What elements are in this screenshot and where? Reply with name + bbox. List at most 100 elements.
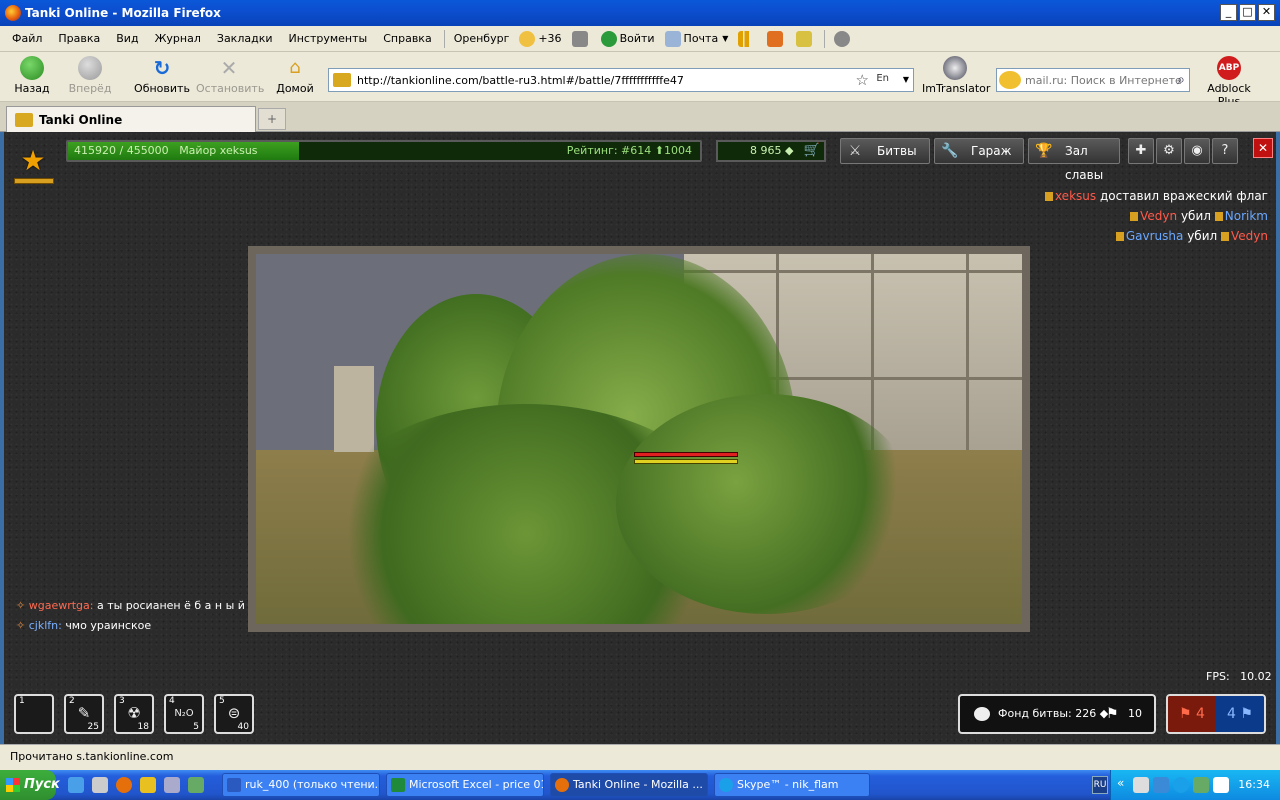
chat-nick[interactable]: cjklfn: bbox=[29, 619, 62, 632]
crystal-counter[interactable]: 8 965 ◆ 🛒 bbox=[716, 140, 826, 162]
mail-button[interactable]: Почта ▼ bbox=[660, 30, 734, 47]
quicklaunch-app-icon[interactable] bbox=[140, 777, 156, 793]
slot-count: 5 bbox=[193, 722, 199, 732]
menu-tools[interactable]: Инструменты bbox=[281, 32, 376, 45]
status-text: Прочитано s.tankionline.com bbox=[10, 750, 174, 763]
news-button[interactable] bbox=[567, 30, 596, 47]
menu-history[interactable]: Журнал bbox=[147, 32, 209, 45]
menu-separator bbox=[443, 29, 445, 48]
home-button[interactable]: ⌂ Домой bbox=[276, 56, 314, 95]
back-button[interactable]: Назад bbox=[14, 56, 50, 95]
quicklaunch-explorer-icon[interactable] bbox=[92, 777, 108, 793]
menu-help[interactable]: Справка bbox=[375, 32, 439, 45]
battles-button[interactable]: ⚔ Битвы bbox=[840, 138, 930, 164]
crystal-icon: ◆ bbox=[785, 144, 794, 157]
favorites-button[interactable] bbox=[791, 30, 820, 47]
minimize-button[interactable]: _ bbox=[1220, 4, 1237, 21]
url-text[interactable]: http://tankionline.com/battle-ru3.html#/… bbox=[357, 74, 684, 87]
imtranslator-button[interactable]: ImTranslator bbox=[922, 56, 990, 95]
menu-view[interactable]: Вид bbox=[108, 32, 146, 45]
chat-log: ✧ wgaewrtga: а ты росианен ё б а н ы й ✧… bbox=[16, 596, 245, 636]
word-icon bbox=[227, 778, 241, 792]
stop-label: Остановить bbox=[196, 82, 265, 95]
supply-slot-1[interactable]: 1 bbox=[14, 694, 54, 734]
language-indicator[interactable]: RU bbox=[1092, 776, 1108, 794]
bookmark-star-icon[interactable]: ☆ bbox=[856, 71, 869, 89]
login-button[interactable]: Войти bbox=[596, 30, 660, 47]
maximize-button[interactable]: □ bbox=[1239, 4, 1256, 21]
help-button[interactable]: ? bbox=[1212, 138, 1238, 164]
tab-bar: Tanki Online + bbox=[0, 102, 1280, 132]
url-dropdown-icon[interactable]: ▼ bbox=[903, 75, 909, 84]
tray-app-icon[interactable] bbox=[1193, 777, 1209, 793]
add-friend-button[interactable]: ✚ bbox=[1128, 138, 1154, 164]
tray-app-icon[interactable] bbox=[1133, 777, 1149, 793]
adblock-button[interactable]: ABP Adblock Plus bbox=[1198, 56, 1260, 108]
kill-feed-action: доставил вражеский флаг bbox=[1099, 189, 1268, 203]
new-tab-button[interactable]: + bbox=[258, 108, 286, 130]
supply-slot-5[interactable]: 5 ⊜ 40 bbox=[214, 694, 254, 734]
blue-team-score: 4 ⚑ bbox=[1216, 696, 1264, 732]
search-icon[interactable]: ⌕ bbox=[1177, 72, 1185, 88]
tray-expand-icon[interactable]: « bbox=[1117, 776, 1124, 790]
chat-nick[interactable]: wgaewrtga: bbox=[29, 599, 94, 612]
reload-button[interactable]: ↻ Обновить bbox=[134, 56, 190, 95]
supply-slot-2[interactable]: 2 ✎ 25 bbox=[64, 694, 104, 734]
games-button[interactable] bbox=[762, 30, 791, 47]
hall-of-fame-button[interactable]: 🏆 Зал славы bbox=[1028, 138, 1120, 182]
supply-slot-3[interactable]: 3 ☢ 18 bbox=[114, 694, 154, 734]
weather-button[interactable]: +36 bbox=[514, 30, 566, 47]
menu-file[interactable]: Файл bbox=[4, 32, 50, 45]
supply-slot-4[interactable]: 4 N₂O 5 bbox=[164, 694, 204, 734]
tray-app-icon[interactable] bbox=[1213, 777, 1229, 793]
red-flag-icon: ⚑ bbox=[1179, 706, 1192, 722]
flag-limit: 10 bbox=[1128, 707, 1142, 720]
taskbar-item-excel[interactable]: Microsoft Excel - price 01... bbox=[386, 773, 544, 797]
tray-network-icon[interactable] bbox=[1153, 777, 1169, 793]
rank-icon bbox=[1214, 212, 1223, 221]
exit-battle-button[interactable]: ✕ bbox=[1253, 138, 1273, 158]
taskbar-item-skype[interactable]: Skype™ - nik_flam bbox=[714, 773, 870, 797]
quicklaunch-app-icon[interactable] bbox=[164, 777, 180, 793]
sound-button[interactable]: ◉ bbox=[1184, 138, 1210, 164]
settings-button[interactable] bbox=[829, 30, 858, 47]
quicklaunch-firefox-icon[interactable] bbox=[116, 777, 132, 793]
tray-skype-icon[interactable] bbox=[1173, 777, 1189, 793]
taskbar-item-word[interactable]: ruk_400 (только чтени... bbox=[222, 773, 380, 797]
url-bar[interactable]: http://tankionline.com/battle-ru3.html#/… bbox=[328, 68, 914, 92]
menu-edit[interactable]: Правка bbox=[50, 32, 108, 45]
fps-counter: FPS: 10.02 bbox=[1206, 670, 1272, 683]
fps-label: FPS: bbox=[1206, 670, 1230, 683]
forward-button[interactable]: Вперёд bbox=[68, 56, 112, 95]
menu-bookmarks[interactable]: Закладки bbox=[209, 32, 281, 45]
taskbar-item-firefox[interactable]: Tanki Online - Mozilla ... bbox=[550, 773, 708, 797]
battle-viewport[interactable] bbox=[248, 246, 1030, 632]
mail-icon bbox=[664, 30, 681, 47]
red-score-value: 4 bbox=[1196, 706, 1205, 722]
close-button[interactable]: ✕ bbox=[1258, 4, 1275, 21]
rating-text: Рейтинг: #614 ⬆1004 bbox=[567, 144, 692, 157]
translate-badge[interactable]: En bbox=[876, 73, 889, 84]
search-box[interactable]: mail.ru: Поиск в Интернете ⌕ bbox=[996, 68, 1190, 92]
search-input[interactable]: mail.ru: Поиск в Интернете bbox=[1025, 74, 1182, 87]
stop-button[interactable]: ✕ Остановить bbox=[196, 56, 265, 95]
game-area[interactable]: ★ 415920 / 455000 Майор xeksus Рейтинг: … bbox=[4, 132, 1276, 744]
flag-icon: ⚑ bbox=[1106, 706, 1119, 722]
garage-button[interactable]: 🔧 Гараж bbox=[934, 138, 1024, 164]
signal-button[interactable] bbox=[733, 30, 762, 47]
city-button[interactable]: Оренбург bbox=[449, 32, 515, 45]
rating-value: Рейтинг: #614 bbox=[566, 144, 652, 157]
settings-button[interactable]: ⚙ bbox=[1156, 138, 1182, 164]
cart-icon[interactable]: 🛒 bbox=[804, 142, 820, 160]
window-titlebar[interactable]: Tanki Online - Mozilla Firefox _ □ ✕ bbox=[0, 0, 1280, 26]
experience-text: 415920 / 455000 Майор xeksus bbox=[74, 144, 258, 157]
quicklaunch-app-icon[interactable] bbox=[188, 777, 204, 793]
kill-feed-action: убил bbox=[1180, 209, 1211, 223]
tab-tanki-online[interactable]: Tanki Online bbox=[6, 106, 256, 132]
start-button[interactable]: Пуск bbox=[0, 770, 60, 800]
quicklaunch-ie-icon[interactable] bbox=[68, 777, 84, 793]
search-engine-icon[interactable] bbox=[999, 71, 1021, 89]
clock[interactable]: 16:34 bbox=[1238, 778, 1270, 791]
enemy-health-bar bbox=[634, 452, 738, 457]
forward-label: Вперёд bbox=[68, 82, 112, 95]
